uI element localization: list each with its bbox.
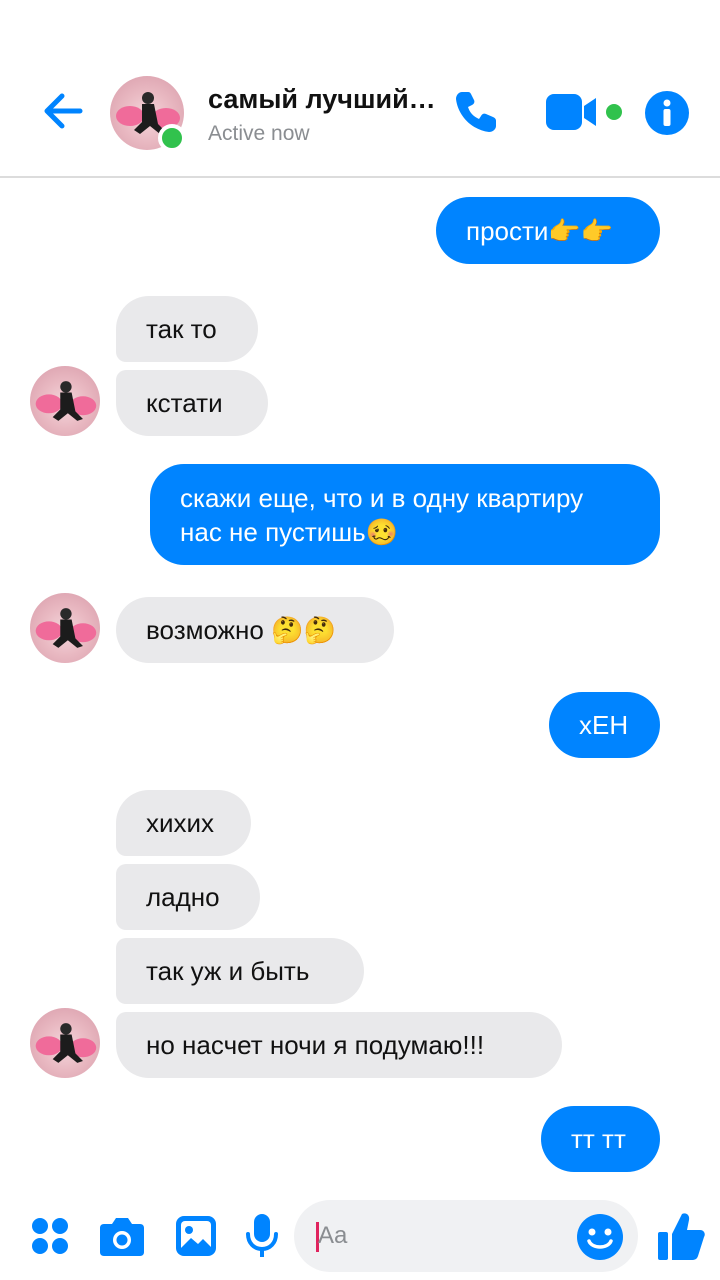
video-active-dot [606, 104, 622, 120]
contact-avatar[interactable] [110, 76, 186, 152]
message-text: хЕН [579, 710, 629, 740]
message-text: но насчет ночи я подумаю!!! [146, 1030, 485, 1060]
image-icon[interactable] [174, 1214, 218, 1258]
message-text: скажи еще, что и в одну квартиру нас не … [180, 482, 584, 547]
thumbs-up-icon[interactable] [656, 1210, 706, 1262]
message-text: тт тт [571, 1124, 626, 1154]
message-text: хихих [146, 808, 215, 838]
message-outgoing[interactable]: скажи еще, что и в одну квартиру нас не … [150, 464, 660, 565]
message-outgoing[interactable]: хЕН [549, 692, 660, 758]
sender-avatar[interactable] [30, 593, 100, 663]
message-outgoing[interactable]: прости👉👉 [436, 197, 660, 264]
message-incoming[interactable]: так уж и быть [116, 938, 364, 1004]
message-incoming[interactable]: но насчет ночи я подумаю!!! [116, 1012, 562, 1078]
message-text: так уж и быть [146, 956, 310, 986]
menu-dots-icon[interactable] [30, 1216, 70, 1256]
microphone-icon[interactable] [244, 1212, 280, 1260]
message-outgoing[interactable]: тт тт [541, 1106, 660, 1172]
sender-avatar[interactable] [30, 366, 100, 436]
contact-status: Active now [208, 122, 310, 145]
message-incoming[interactable]: кстати [116, 370, 268, 436]
message-text: так то [146, 314, 217, 344]
smiley-icon[interactable] [576, 1213, 624, 1261]
camera-icon[interactable] [98, 1214, 146, 1258]
video-camera-icon[interactable] [544, 92, 606, 132]
back-arrow-icon[interactable] [36, 84, 90, 138]
phone-icon[interactable] [450, 86, 502, 138]
message-text: кстати [146, 388, 223, 418]
message-input-placeholder: Aa [318, 1222, 348, 1249]
message-text: прости👉👉 [466, 215, 614, 246]
sender-avatar[interactable] [30, 1008, 100, 1078]
message-incoming[interactable]: так то [116, 296, 258, 362]
online-status-dot [158, 124, 186, 152]
chat-header: самый лучший… Active now [0, 0, 720, 178]
chat-screen: самый лучший… Active now прости👉👉 так то [0, 0, 720, 1280]
message-incoming[interactable]: возможно 🤔🤔 [116, 597, 394, 663]
contact-name[interactable]: самый лучший… [208, 84, 448, 115]
info-icon[interactable] [644, 90, 690, 136]
message-text: ладно [146, 882, 220, 912]
message-incoming[interactable]: хихих [116, 790, 251, 856]
message-incoming[interactable]: ладно [116, 864, 260, 930]
message-text: возможно 🤔🤔 [146, 615, 336, 645]
